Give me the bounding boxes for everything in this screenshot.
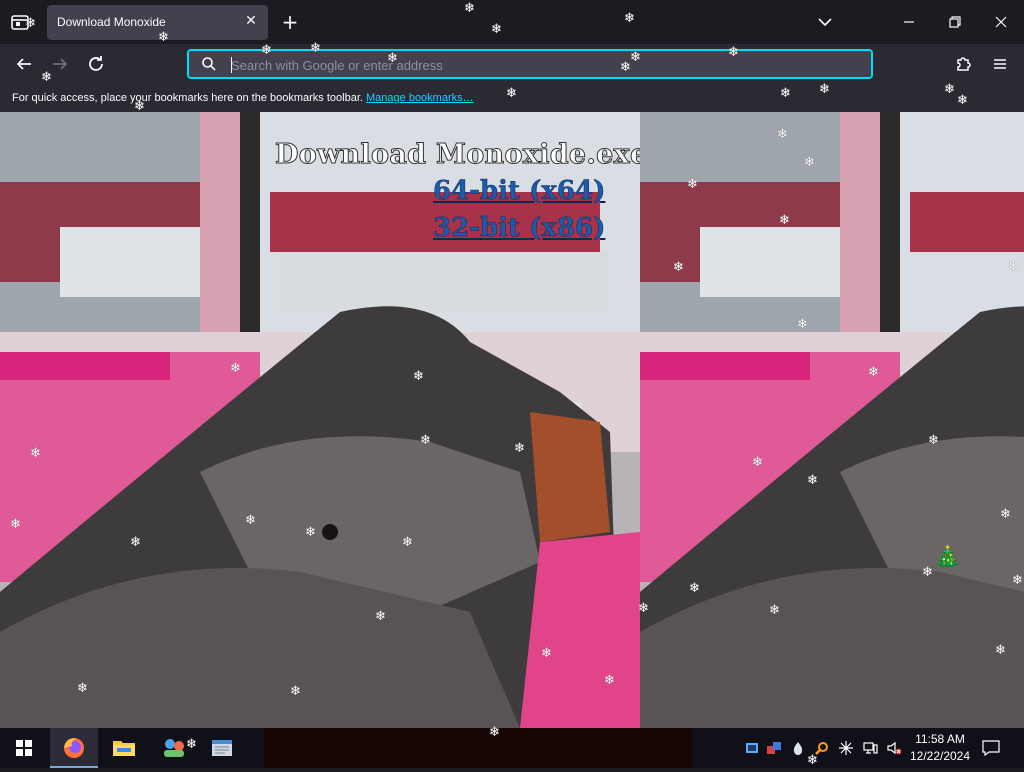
background-photo-right	[640, 112, 1024, 728]
clock-date: 12/22/2024	[909, 749, 971, 763]
web-content: Download Monoxide.exe By Wipet 64-bit (x…	[0, 112, 1024, 728]
clock-time: 11:58 AM	[915, 732, 965, 746]
download-64bit-link[interactable]: 64-bit (x64)	[433, 176, 606, 207]
taskbar-notepad[interactable]	[198, 728, 246, 768]
bookmarks-toolbar: For quick access, place your bookmarks h…	[0, 84, 1024, 112]
list-all-tabs-button[interactable]	[815, 12, 835, 32]
network-icon[interactable]	[744, 740, 760, 756]
page-heading: Download Monoxide.exe By Wipet	[274, 139, 640, 171]
firefox-icon	[64, 738, 84, 758]
download-32bit-link[interactable]: 32-bit (x86)	[433, 213, 606, 244]
minimize-icon	[904, 21, 914, 23]
puzzle-icon	[957, 57, 971, 71]
address-bar[interactable]	[187, 49, 873, 79]
app-icon[interactable]	[766, 740, 782, 756]
close-icon	[995, 16, 1007, 28]
tab-download-monoxide[interactable]: Download Monoxide ✕	[47, 5, 268, 40]
manage-bookmarks-link[interactable]: Manage bookmarks…	[366, 92, 474, 104]
restore-button[interactable]	[943, 10, 967, 34]
display-icon[interactable]	[862, 740, 878, 756]
notification-center-icon[interactable]	[982, 740, 1000, 756]
back-button[interactable]	[12, 52, 36, 76]
bookmarks-hint-text: For quick access, place your bookmarks h…	[12, 92, 363, 104]
reload-button[interactable]	[84, 52, 108, 76]
taskbar-people-app[interactable]	[150, 728, 198, 768]
search-icon[interactable]	[814, 740, 830, 756]
close-window-button[interactable]	[989, 10, 1013, 34]
close-tab-icon[interactable]: ✕	[243, 13, 259, 29]
tab-strip: Download Monoxide ✕ +	[0, 0, 1024, 44]
start-button[interactable]	[0, 728, 48, 768]
greyhound-photo-duplicate	[640, 112, 1024, 728]
hamburger-menu-icon	[994, 59, 1006, 69]
new-tab-button[interactable]: +	[280, 12, 300, 32]
drop-icon[interactable]	[790, 740, 806, 756]
search-icon	[202, 57, 216, 71]
windows-logo-icon	[16, 740, 32, 756]
tab-title: Download Monoxide	[57, 15, 166, 29]
bookmarks-hint: For quick access, place your bookmarks h…	[12, 92, 474, 104]
app-menu-button[interactable]	[988, 52, 1012, 76]
forward-button[interactable]	[48, 52, 72, 76]
taskbar-firefox[interactable]	[50, 728, 98, 768]
volume-muted-icon[interactable]	[886, 740, 902, 756]
text-caret	[231, 57, 232, 73]
extensions-button[interactable]	[952, 52, 976, 76]
restore-icon	[949, 16, 961, 28]
firefox-view-button[interactable]	[8, 10, 32, 34]
url-input[interactable]	[231, 55, 851, 75]
chevron-down-icon	[818, 18, 832, 27]
navigation-toolbar	[0, 44, 1024, 84]
background-photo-left: Download Monoxide.exe By Wipet 64-bit (x…	[0, 112, 640, 728]
minimize-button[interactable]	[897, 10, 921, 34]
sparkle-icon[interactable]	[838, 740, 854, 756]
taskbar-file-explorer[interactable]	[100, 728, 148, 768]
notepad-icon	[212, 740, 232, 756]
arrow-right-icon	[53, 58, 68, 70]
windows-taskbar: 11:58 AM 12/22/2024	[0, 728, 1024, 768]
arrow-left-icon	[16, 58, 31, 70]
people-app-icon	[164, 739, 184, 757]
reload-icon	[89, 56, 103, 71]
taskbar-empty-area	[264, 728, 692, 768]
tab-list-icon	[11, 15, 29, 30]
system-clock[interactable]: 11:58 AM 12/22/2024	[908, 731, 972, 765]
file-explorer-icon	[113, 741, 135, 756]
